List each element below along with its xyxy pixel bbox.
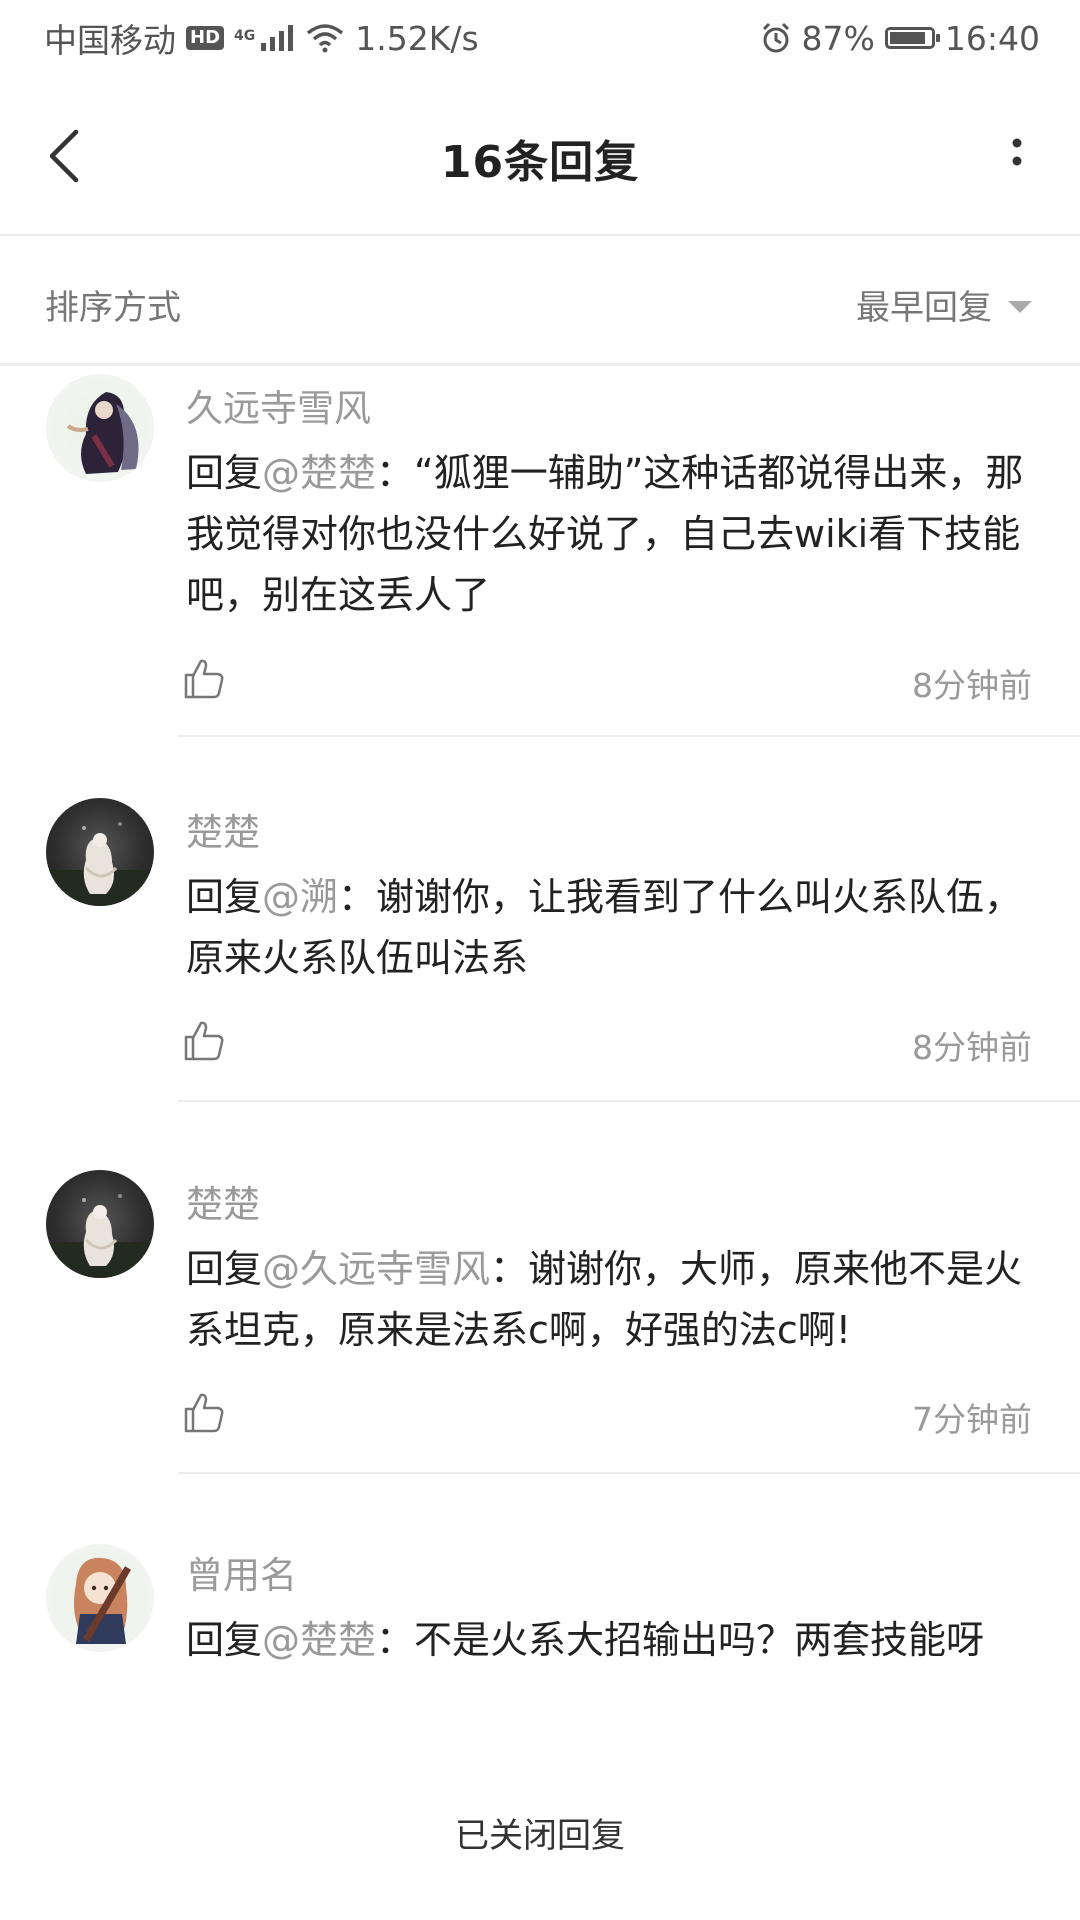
- sort-bar: 排序方式 最早回复: [0, 236, 1080, 366]
- reply-mention[interactable]: @楚楚: [262, 451, 376, 495]
- reply-timestamp: 8分钟前: [912, 666, 1032, 705]
- alarm-icon: [762, 22, 789, 53]
- reply-content: 回复@溯：谢谢你，让我看到了什么叫火系队伍，原来火系队伍叫法系: [186, 867, 1026, 989]
- clock: 16:40: [944, 18, 1040, 58]
- avatar[interactable]: [46, 1170, 154, 1278]
- divider: [178, 1472, 1080, 1474]
- reply-prefix: 回复: [186, 875, 263, 919]
- carrier-name: 中国移动: [44, 21, 176, 60]
- reply-item: 楚楚 回复@久远寺雪风：谢谢你，大师，原来他不是火系坦克，原来是法系c啊，好强的…: [0, 1160, 1080, 1475]
- reply-item: 曾用名 回复@楚楚：不是火系大招输出吗？两套技能呀: [0, 1532, 1080, 1772]
- thumbs-up-icon: [184, 659, 224, 699]
- battery-icon: [884, 27, 940, 49]
- more-vertical-icon: [1012, 138, 1022, 166]
- reply-mention[interactable]: @久远寺雪风: [262, 1247, 490, 1291]
- reply-mention[interactable]: @楚楚: [262, 1618, 376, 1662]
- reply-content: 回复@楚楚：不是火系大招输出吗？两套技能呀: [186, 1610, 1026, 1671]
- like-button[interactable]: [182, 1019, 226, 1063]
- status-left: 中国移动 HD 4G 1.52K/s: [44, 14, 479, 62]
- reply-prefix: 回复: [186, 1618, 263, 1662]
- avatar[interactable]: [46, 374, 154, 482]
- wifi-icon: [307, 24, 344, 53]
- more-options-button[interactable]: [1002, 131, 1032, 181]
- page-title: 16条回复: [440, 137, 640, 188]
- like-button[interactable]: [182, 657, 226, 701]
- thumbs-up-icon: [184, 1021, 224, 1061]
- sort-dropdown[interactable]: 最早回复: [856, 280, 1032, 329]
- battery-percent: 87%: [801, 18, 875, 58]
- divider: [178, 735, 1080, 737]
- reply-author[interactable]: 楚楚: [186, 802, 260, 856]
- reply-author[interactable]: 曾用名: [186, 1545, 297, 1599]
- divider: [178, 1100, 1080, 1102]
- network-type: 4G: [234, 28, 256, 44]
- thumbs-up-icon: [184, 1393, 224, 1433]
- reply-text: ：不是火系大招输出吗？两套技能呀: [376, 1618, 985, 1662]
- reply-prefix: 回复: [186, 1247, 263, 1291]
- reply-item: 楚楚 回复@溯：谢谢你，让我看到了什么叫火系队伍，原来火系队伍叫法系 8分钟前: [0, 788, 1080, 1103]
- replies-closed-note: 已关闭回复: [455, 1816, 625, 1856]
- reply-timestamp: 8分钟前: [912, 1028, 1032, 1067]
- avatar-image: [46, 822, 154, 906]
- avatar[interactable]: [46, 1544, 154, 1652]
- sort-label: 排序方式: [45, 288, 181, 328]
- top-app-bar: 16条回复: [0, 76, 1080, 236]
- avatar[interactable]: [46, 798, 154, 906]
- reply-content: 回复@久远寺雪风：谢谢你，大师，原来他不是火系坦克，原来是法系c啊，好强的法c啊…: [186, 1239, 1026, 1361]
- reply-author[interactable]: 久远寺雪风: [186, 378, 371, 432]
- caret-down-icon: [1008, 300, 1032, 313]
- avatar-image: [46, 1194, 154, 1278]
- reply-author[interactable]: 楚楚: [186, 1174, 260, 1228]
- status-bar: 中国移动 HD 4G 1.52K/s 87% 16:40: [0, 0, 1080, 76]
- reply-timestamp: 7分钟前: [912, 1400, 1032, 1439]
- avatar-image: [66, 392, 139, 474]
- reply-content: 回复@楚楚：“狐狸一辅助”这种话都说得出来，那我觉得对你也没什么好说了，自己去w…: [186, 443, 1026, 626]
- reply-prefix: 回复: [186, 451, 263, 495]
- like-button[interactable]: [182, 1391, 226, 1435]
- hd-badge: HD: [186, 26, 225, 50]
- sort-selected-value: 最早回复: [856, 288, 992, 328]
- network-speed: 1.52K/s: [355, 18, 479, 58]
- status-right: 87% 16:40: [760, 19, 1040, 58]
- avatar-image: [74, 1557, 132, 1644]
- signal-icon: [261, 25, 294, 51]
- reply-mention[interactable]: @溯: [262, 875, 338, 919]
- reply-item: 久远寺雪风 回复@楚楚：“狐狸一辅助”这种话都说得出来，那我觉得对你也没什么好说…: [0, 366, 1080, 741]
